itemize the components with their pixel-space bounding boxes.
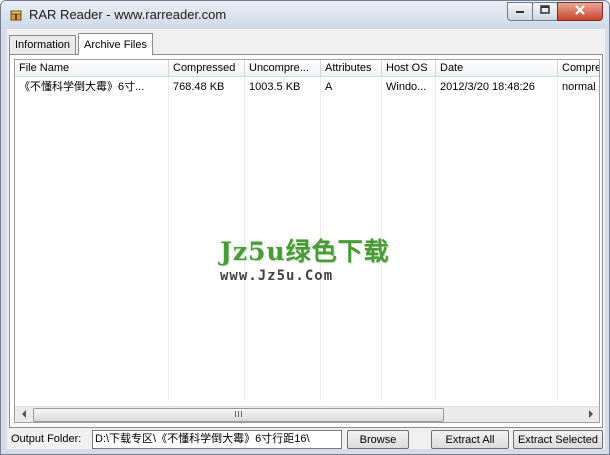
watermark-url: www.Jz5u.Com	[220, 268, 334, 284]
output-folder-label: Output Folder:	[11, 433, 82, 445]
close-icon	[574, 4, 586, 19]
chevron-left-icon	[21, 409, 27, 421]
browse-button[interactable]: Browse	[347, 430, 409, 449]
table-row[interactable]: 《不懂科学倒大霉》6寸... 768.48 KB 1003.5 KB A Win…	[15, 78, 599, 96]
close-button[interactable]	[557, 2, 603, 21]
column-header-file-name[interactable]: File Name	[15, 60, 169, 77]
cell-date: 2012/3/20 18:48:26	[440, 81, 535, 93]
column-header-host-os[interactable]: Host OS	[382, 60, 436, 77]
cell-compressed: 768.48 KB	[173, 81, 225, 93]
column-header-method[interactable]: Compres	[558, 60, 599, 77]
bottom-bar: Output Folder: D:\下载专区\《不懂科学倒大霉》6寸行距16\ …	[7, 429, 605, 449]
window-title: RAR Reader - www.rarreader.com	[29, 7, 227, 22]
cell-attributes: A	[325, 81, 333, 93]
column-header-compressed[interactable]: Compressed	[169, 60, 245, 77]
archive-icon	[9, 8, 23, 22]
grip-icon	[234, 410, 243, 420]
cell-uncompressed: 1003.5 KB	[249, 81, 301, 93]
scroll-right-button[interactable]	[582, 407, 599, 422]
column-header-date[interactable]: Date	[436, 60, 558, 77]
chevron-right-icon	[588, 409, 594, 421]
cell-file-name: 《不懂科学倒大霉》6寸...	[19, 81, 145, 93]
tab-information[interactable]: Information	[9, 35, 77, 54]
app-window: RAR Reader - www.rarreader.com Informati…	[0, 0, 610, 455]
maximize-icon	[540, 5, 550, 18]
column-header-attributes[interactable]: Attributes	[321, 60, 382, 77]
extract-all-button[interactable]: Extract All	[431, 430, 509, 449]
title-bar[interactable]: RAR Reader - www.rarreader.com	[1, 1, 609, 29]
output-folder-field[interactable]: D:\下载专区\《不懂科学倒大霉》6寸行距16\	[92, 430, 342, 449]
client-area: Information Archive Files File Name Comp…	[7, 29, 605, 449]
watermark-title: Jz5u绿色下载	[220, 237, 390, 266]
grid-line	[168, 77, 169, 401]
column-header-uncompressed[interactable]: Uncompre...	[245, 60, 321, 77]
archive-files-panel: File Name Compressed Uncompre... Attribu…	[9, 54, 603, 428]
cell-method: normal	[562, 81, 596, 93]
file-list[interactable]: File Name Compressed Uncompre... Attribu…	[14, 59, 600, 423]
maximize-button[interactable]	[532, 2, 558, 21]
column-header-row: File Name Compressed Uncompre... Attribu…	[15, 60, 599, 77]
grid-line	[435, 77, 436, 401]
minimize-button[interactable]	[507, 2, 533, 21]
horizontal-scrollbar[interactable]	[15, 406, 599, 422]
tab-archive-files[interactable]: Archive Files	[78, 33, 153, 55]
cell-host-os: Windo...	[386, 81, 427, 93]
extract-selected-button[interactable]: Extract Selected	[513, 430, 603, 449]
grid-line	[557, 77, 558, 401]
minimize-icon	[515, 5, 525, 18]
scroll-left-button[interactable]	[15, 407, 32, 422]
scrollbar-thumb[interactable]	[33, 408, 444, 422]
